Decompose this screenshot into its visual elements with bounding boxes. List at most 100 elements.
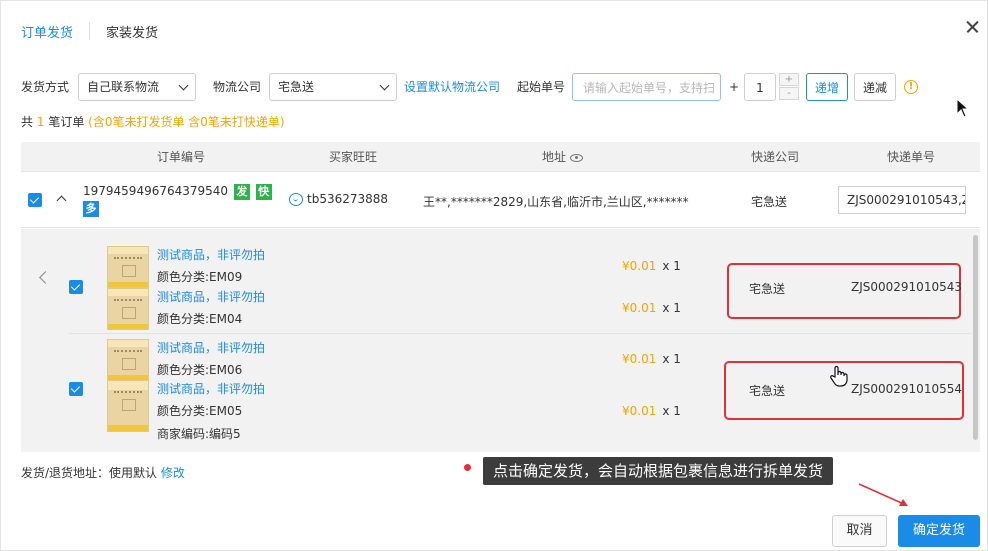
tab-order-shipping[interactable]: 订单发货: [21, 22, 73, 41]
product-title-link[interactable]: 测试商品，非评勿拍: [157, 246, 265, 263]
spin-down-button[interactable]: -: [779, 87, 799, 100]
package-checkbox[interactable]: [69, 280, 83, 294]
eye-icon[interactable]: [570, 153, 584, 162]
warning-icon[interactable]: !: [904, 80, 918, 94]
tab-bar: 订单发货 家装发货: [21, 19, 158, 43]
wangwang-icon[interactable]: [289, 193, 303, 206]
summary-note: (含0笔未打发货单 含0笔未打快递单): [88, 115, 285, 129]
header-courier: 快递公司: [751, 150, 800, 164]
cancel-button[interactable]: 取消: [832, 515, 887, 547]
order-checkbox[interactable]: [28, 193, 42, 207]
product-title-link[interactable]: 测试商品，非评勿拍: [157, 288, 265, 305]
tab-divider: [89, 22, 91, 40]
price-value: ¥0.01: [622, 301, 657, 315]
package-tracking: ZJS000291010554: [851, 382, 962, 396]
ship-order-dialog: 订单发货 家装发货 发货方式 自己联系物流 物流公司 宅急送 设置默认物流公司 …: [0, 0, 988, 551]
confirm-ship-button[interactable]: 确定发货: [898, 515, 980, 547]
item-qty: x 1: [662, 404, 681, 418]
decrement-button[interactable]: 递减: [854, 73, 896, 101]
list-item: 测试商品，非评勿拍 颜色分类:EM06: [107, 339, 307, 381]
product-image: [107, 288, 149, 330]
step-input[interactable]: 1: [744, 73, 776, 101]
header-tracking: 快递单号: [887, 150, 936, 164]
start-number-label: 起始单号: [517, 80, 566, 94]
order-number: 1979459496764379540: [83, 184, 229, 198]
modify-address-link[interactable]: 修改: [161, 466, 185, 480]
item-qty: x 1: [662, 352, 681, 366]
item-price: ¥0.01 x 1: [622, 404, 681, 418]
product-image: [107, 380, 149, 432]
product-title-link[interactable]: 测试商品，非评勿拍: [157, 380, 265, 397]
plus-sign: +: [729, 80, 740, 94]
return-address-label: 发货/退货地址：使用默认: [21, 466, 158, 480]
item-price: ¥0.01 x 1: [622, 352, 681, 366]
hand-cursor-icon: [830, 365, 848, 387]
logistics-value: 宅急送: [278, 80, 315, 94]
shipping-toolbar: 发货方式 自己联系物流 物流公司 宅急送 设置默认物流公司 起始单号 请输入起始…: [21, 73, 981, 101]
logistics-select[interactable]: 宅急送: [269, 73, 397, 101]
header-address-label: 地址: [542, 150, 567, 164]
product-image: [107, 339, 149, 381]
arrow-cursor-icon: [956, 98, 970, 118]
pointer-arrow-icon: [858, 483, 908, 506]
item-price: ¥0.01 x 1: [622, 259, 681, 273]
tag-express: 快: [255, 183, 272, 200]
package-courier: 宅急送: [749, 384, 786, 398]
list-item: 测试商品，非评勿拍 颜色分类:EM05 商家编码:编码5: [107, 380, 307, 441]
logistics-label: 物流公司: [213, 80, 262, 94]
return-address: 发货/退货地址：使用默认 修改: [21, 464, 185, 481]
ship-method-value: 自己联系物流: [87, 80, 160, 94]
product-sku: 颜色分类:EM06: [157, 363, 243, 377]
header-address: 地址: [542, 142, 584, 172]
list-item: 测试商品，非评勿拍 颜色分类:EM09: [107, 246, 307, 288]
increment-button[interactable]: 递增: [806, 73, 848, 101]
ship-method-label: 发货方式: [21, 80, 70, 94]
spin-up-button[interactable]: +: [779, 73, 799, 86]
product-title-link[interactable]: 测试商品，非评勿拍: [157, 339, 265, 356]
ship-method-select[interactable]: 自己联系物流: [78, 73, 196, 101]
table-header: 订单编号 买家旺旺 地址 快递公司 快递单号: [21, 142, 980, 172]
tag-ship: 发: [233, 183, 250, 200]
item-qty: x 1: [662, 259, 681, 273]
table-row: 1979459496764379540 发 快 多 tb536273888 王*…: [21, 172, 980, 228]
tab-home-shipping[interactable]: 家装发货: [106, 22, 158, 41]
price-value: ¥0.01: [622, 352, 657, 366]
tag-multi: 多: [83, 200, 99, 217]
order-no-cell: 1979459496764379540 发 快 多: [83, 183, 272, 217]
tracking-input[interactable]: ZJS000291010543,Z: [838, 186, 966, 214]
order-summary: 共 1 笔订单 (含0笔未打发货单 含0笔未打快递单): [21, 113, 285, 130]
item-price: ¥0.01 x 1: [622, 301, 681, 315]
package-checkbox[interactable]: [69, 382, 83, 396]
scrollbar[interactable]: [971, 229, 980, 452]
header-buyer: 买家旺旺: [329, 150, 378, 164]
product-image: [107, 246, 149, 288]
chevron-down-icon: [379, 80, 390, 90]
price-value: ¥0.01: [622, 404, 657, 418]
package-divider: [69, 333, 971, 334]
product-sku: 颜色分类:EM04: [157, 312, 243, 326]
address-cell: 王**,*******2829,山东省,临沂市,兰山区,*******: [423, 195, 689, 209]
item-qty: x 1: [662, 301, 681, 315]
tip-dot: [464, 464, 471, 471]
header-order-no: 订单编号: [157, 150, 206, 164]
collapse-icon[interactable]: [56, 195, 67, 206]
courier-cell: 宅急送: [751, 195, 788, 209]
product-sku: 颜色分类:EM09: [157, 270, 243, 284]
summary-prefix: 共: [21, 115, 34, 129]
summary-count: 1: [36, 115, 45, 129]
close-icon[interactable]: [961, 15, 985, 39]
product-sku: 颜色分类:EM05: [157, 404, 243, 418]
set-default-logistics-link[interactable]: 设置默认物流公司: [404, 73, 500, 101]
buyer-name: tb536273888: [307, 192, 389, 206]
scrollbar-thumb[interactable]: [973, 235, 978, 440]
list-item: 测试商品，非评勿拍 颜色分类:EM04: [107, 288, 307, 330]
price-value: ¥0.01: [622, 259, 657, 273]
buyer-cell: tb536273888: [289, 192, 388, 206]
chevron-down-icon: [178, 80, 189, 90]
package-courier: 宅急送: [749, 282, 786, 296]
product-merchant-code: 商家编码:编码5: [157, 427, 241, 441]
start-number-input[interactable]: 请输入起始单号，支持扫: [572, 73, 721, 101]
tooltip: 点击确定发货，会自动根据包裹信息进行拆单发货: [483, 457, 834, 485]
package-tracking: ZJS000291010543: [851, 280, 962, 294]
summary-suffix: 笔订单: [48, 115, 85, 129]
